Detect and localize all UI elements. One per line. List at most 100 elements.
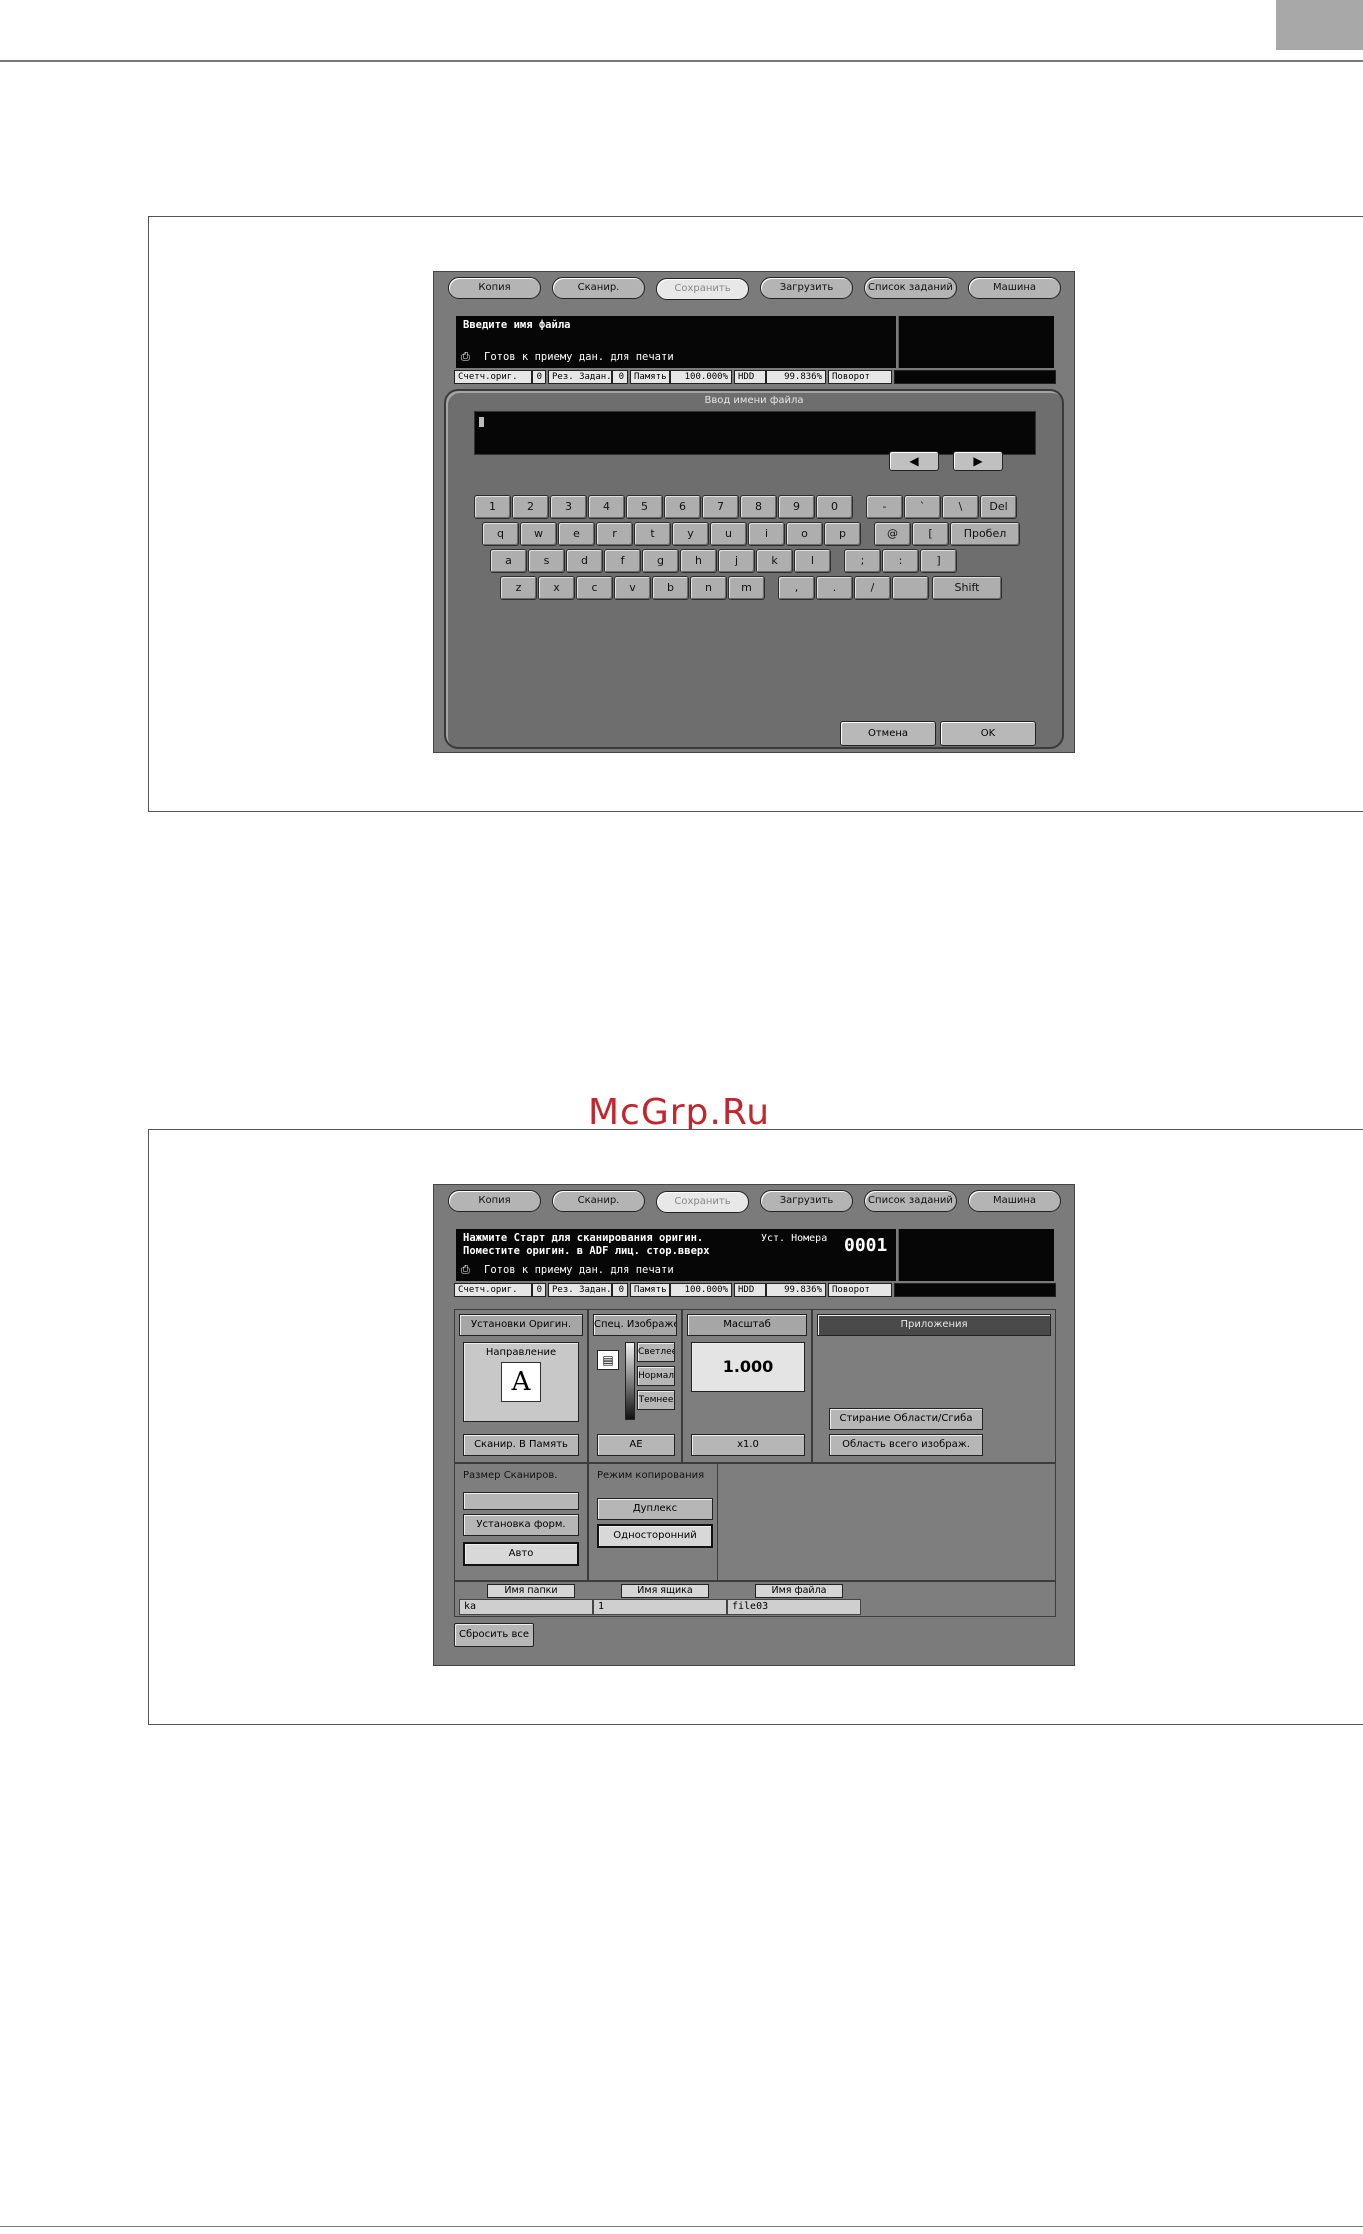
tab-machine[interactable]: Машина bbox=[968, 1190, 1061, 1212]
tab-scan[interactable]: Сканир. bbox=[552, 1190, 645, 1212]
key--[interactable]: - bbox=[866, 495, 903, 519]
special-image-button[interactable]: Спец. Изображение bbox=[593, 1314, 677, 1336]
scale-1x-button[interactable]: x1.0 bbox=[691, 1434, 805, 1456]
key-,[interactable]: , bbox=[778, 576, 815, 600]
key-q[interactable]: q bbox=[482, 522, 519, 546]
tab-save[interactable]: Сохранить bbox=[656, 278, 749, 300]
filename-input[interactable] bbox=[474, 411, 1036, 455]
ok-button[interactable]: OK bbox=[940, 721, 1036, 746]
key-v[interactable]: v bbox=[614, 576, 651, 600]
hdd-label: HDD bbox=[734, 370, 766, 384]
key-blank[interactable] bbox=[892, 576, 929, 600]
folder-name-header: Имя папки bbox=[487, 1584, 575, 1598]
rotate-spacer bbox=[894, 1283, 1056, 1297]
original-settings-button[interactable]: Установки Оригин. bbox=[459, 1314, 583, 1336]
key-:[interactable]: : bbox=[882, 549, 919, 573]
key-o[interactable]: o bbox=[786, 522, 823, 546]
key-\[interactable]: \ bbox=[942, 495, 979, 519]
key-4[interactable]: 4 bbox=[588, 495, 625, 519]
cursor-right-button[interactable]: ▶ bbox=[953, 451, 1003, 471]
key-del[interactable]: Del bbox=[980, 495, 1017, 519]
tab-job-list[interactable]: Список заданий bbox=[864, 277, 957, 299]
key-f[interactable]: f bbox=[604, 549, 641, 573]
key-0[interactable]: 0 bbox=[816, 495, 853, 519]
key-2[interactable]: 2 bbox=[512, 495, 549, 519]
key-s[interactable]: s bbox=[528, 549, 565, 573]
key-/[interactable]: / bbox=[854, 576, 891, 600]
key-1[interactable]: 1 bbox=[474, 495, 511, 519]
scale-button[interactable]: Масштаб bbox=[687, 1314, 807, 1336]
key-[[interactable]: [ bbox=[912, 522, 949, 546]
scale-value-display[interactable]: 1.000 bbox=[691, 1342, 805, 1392]
frame-erase-button[interactable]: Стирание Области/Сгиба bbox=[829, 1408, 983, 1430]
full-image-area-button[interactable]: Область всего изображ. bbox=[829, 1434, 983, 1456]
dialog-title: Ввод имени файла bbox=[704, 395, 804, 406]
key-r[interactable]: r bbox=[596, 522, 633, 546]
scan-size-section: Размер Сканиров. Установка форм. Авто bbox=[454, 1463, 588, 1581]
key-3[interactable]: 3 bbox=[550, 495, 587, 519]
key-a[interactable]: a bbox=[490, 549, 527, 573]
key-6[interactable]: 6 bbox=[664, 495, 701, 519]
tab-load[interactable]: Загрузить bbox=[760, 277, 853, 299]
key-t[interactable]: t bbox=[634, 522, 671, 546]
key-w[interactable]: w bbox=[520, 522, 557, 546]
scan-to-memory-button[interactable]: Сканир. В Память bbox=[463, 1434, 579, 1456]
key-shift[interactable]: Shift bbox=[932, 576, 1002, 600]
key-b[interactable]: b bbox=[652, 576, 689, 600]
copy-mode-label: Режим копирования bbox=[597, 1470, 705, 1481]
key-e[interactable]: e bbox=[558, 522, 595, 546]
rotate-label: Поворот bbox=[828, 1283, 892, 1297]
key-u[interactable]: u bbox=[710, 522, 747, 546]
darker-button[interactable]: Темнее bbox=[637, 1390, 675, 1410]
key-g[interactable]: g bbox=[642, 549, 679, 573]
key-z[interactable]: z bbox=[500, 576, 537, 600]
duplex-button[interactable]: Дуплекс bbox=[597, 1498, 713, 1520]
key-k[interactable]: k bbox=[756, 549, 793, 573]
ae-button[interactable]: AE bbox=[597, 1434, 675, 1456]
key-пробел[interactable]: Пробел bbox=[950, 522, 1020, 546]
key-7[interactable]: 7 bbox=[702, 495, 739, 519]
key-;[interactable]: ; bbox=[844, 549, 881, 573]
mode-tabs: Копия Сканир. Сохранить Загрузить Список… bbox=[448, 277, 1062, 301]
tab-save[interactable]: Сохранить bbox=[656, 1191, 749, 1213]
tab-machine[interactable]: Машина bbox=[968, 277, 1061, 299]
normal-density-button[interactable]: Нормальн bbox=[637, 1366, 675, 1386]
key-`[interactable]: ` bbox=[904, 495, 941, 519]
tab-scan[interactable]: Сканир. bbox=[552, 277, 645, 299]
key-y[interactable]: y bbox=[672, 522, 709, 546]
applications-section: Приложения Стирание Области/Сгиба Област… bbox=[812, 1309, 1056, 1463]
form-setting-button[interactable]: Установка форм. bbox=[463, 1514, 579, 1536]
applications-header: Приложения bbox=[817, 1314, 1051, 1336]
cancel-button[interactable]: Отмена bbox=[840, 721, 936, 746]
key-p[interactable]: p bbox=[824, 522, 861, 546]
key-j[interactable]: j bbox=[718, 549, 755, 573]
key-8[interactable]: 8 bbox=[740, 495, 777, 519]
key-][interactable]: ] bbox=[920, 549, 957, 573]
printer-icon: ⎙ bbox=[461, 350, 470, 363]
key-c[interactable]: c bbox=[576, 576, 613, 600]
key-i[interactable]: i bbox=[748, 522, 785, 546]
key-n[interactable]: n bbox=[690, 576, 727, 600]
key-9[interactable]: 9 bbox=[778, 495, 815, 519]
side-display bbox=[898, 316, 1054, 368]
key-l[interactable]: l bbox=[794, 549, 831, 573]
key-@[interactable]: @ bbox=[874, 522, 911, 546]
memory-label: Память bbox=[630, 1283, 670, 1297]
reset-all-button[interactable]: Сбросить все bbox=[454, 1623, 534, 1647]
auto-size-button[interactable]: Авто bbox=[463, 1542, 579, 1566]
key-x[interactable]: x bbox=[538, 576, 575, 600]
key-5[interactable]: 5 bbox=[626, 495, 663, 519]
key-.[interactable]: . bbox=[816, 576, 853, 600]
tab-load[interactable]: Загрузить bbox=[760, 1190, 853, 1212]
key-m[interactable]: m bbox=[728, 576, 765, 600]
lighter-button[interactable]: Светлее bbox=[637, 1342, 675, 1362]
simplex-button[interactable]: Односторонний bbox=[597, 1524, 713, 1548]
direction-button[interactable]: Направление A bbox=[463, 1342, 579, 1422]
file-info-bar: Имя папки Имя ящика Имя файла ka 1 file0… bbox=[454, 1581, 1056, 1617]
tab-job-list[interactable]: Список заданий bbox=[864, 1190, 957, 1212]
key-d[interactable]: d bbox=[566, 549, 603, 573]
tab-copy[interactable]: Копия bbox=[448, 277, 541, 299]
tab-copy[interactable]: Копия bbox=[448, 1190, 541, 1212]
key-h[interactable]: h bbox=[680, 549, 717, 573]
cursor-left-button[interactable]: ◀ bbox=[889, 451, 939, 471]
